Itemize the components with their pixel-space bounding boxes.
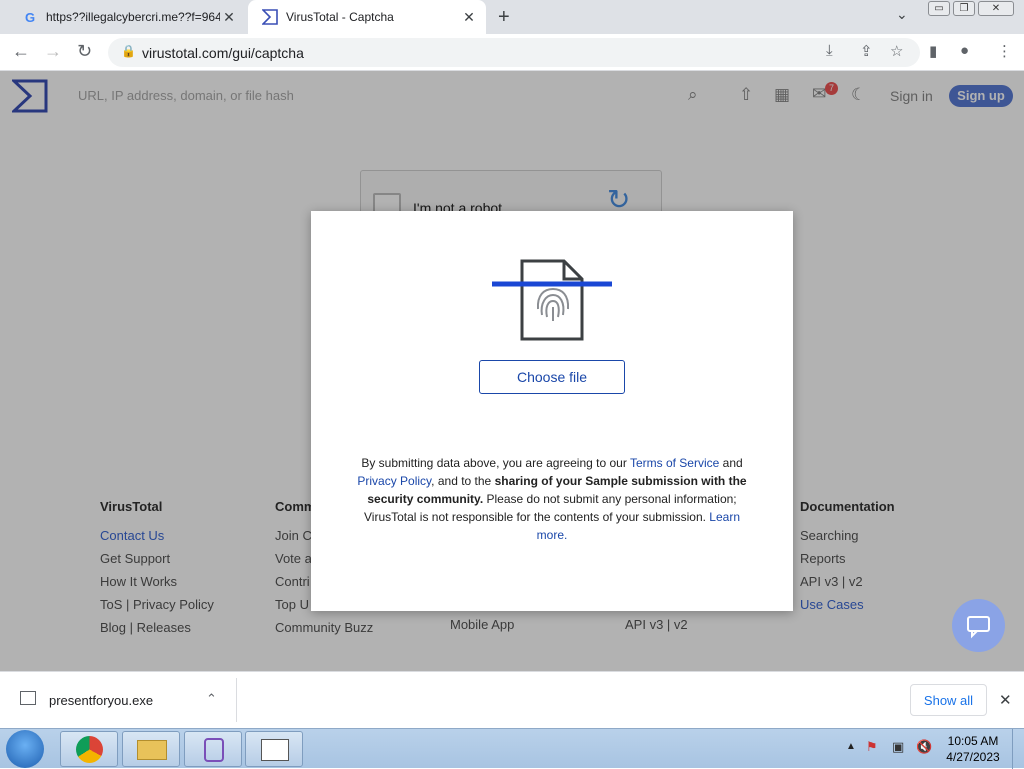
terms-text-part: . bbox=[564, 528, 568, 542]
tab-close-icon[interactable]: ✕ bbox=[220, 9, 238, 26]
windows-taskbar: ▲ ⚑ ▣ 🔇 10:05 AM 4/27/2023 bbox=[0, 728, 1024, 769]
google-icon: G bbox=[24, 9, 36, 25]
chevron-up-icon[interactable]: ⌃ bbox=[206, 691, 217, 707]
tab-title: https??illegalcybercri.me??f=964a bbox=[46, 10, 220, 24]
terms-text-part: and bbox=[719, 456, 743, 470]
page-content: URL, IP address, domain, or file hash ⌕ … bbox=[0, 71, 1024, 671]
download-bar: presentforyou.exe ⌃ Show all ✕ bbox=[0, 671, 1024, 728]
address-bar[interactable]: 🔒 virustotal.com/gui/captcha bbox=[108, 38, 920, 67]
menu-kebab-icon[interactable]: ⋮ bbox=[997, 42, 1012, 60]
taskbar-explorer[interactable] bbox=[122, 731, 180, 767]
window-app-icon bbox=[261, 739, 289, 761]
clock-time: 10:05 AM bbox=[947, 734, 999, 748]
back-icon[interactable]: ← bbox=[12, 41, 30, 62]
action-center-icon[interactable]: ⚑ bbox=[866, 739, 878, 755]
chat-bubble-icon[interactable] bbox=[952, 599, 1005, 652]
tab-title: VirusTotal - Captcha bbox=[286, 10, 394, 24]
chrome-icon bbox=[76, 736, 103, 763]
side-panel-icon[interactable]: ▮ bbox=[929, 42, 937, 60]
exe-file-icon bbox=[20, 691, 36, 705]
start-button[interactable] bbox=[6, 730, 44, 768]
show-hidden-icons[interactable]: ▲ bbox=[846, 741, 856, 752]
profile-icon[interactable]: ● bbox=[960, 42, 969, 59]
restore-button[interactable]: ❐ bbox=[953, 1, 975, 16]
clock-date: 4/27/2023 bbox=[946, 750, 1000, 764]
taskbar-app[interactable] bbox=[245, 731, 303, 767]
terms-text-part: , and to the bbox=[431, 474, 495, 488]
close-window-button[interactable]: ✕ bbox=[978, 1, 1014, 16]
tab-strip: G https??illegalcybercri.me??f=964a ✕ Vi… bbox=[0, 0, 1024, 34]
divider bbox=[236, 678, 237, 722]
bookmark-star-icon[interactable]: ☆ bbox=[890, 42, 903, 60]
virustotal-icon bbox=[262, 9, 278, 25]
close-download-bar-icon[interactable]: ✕ bbox=[999, 691, 1012, 709]
terms-text-part: By submitting data above, you are agreei… bbox=[361, 456, 630, 470]
volume-muted-icon[interactable]: 🔇 bbox=[916, 739, 932, 755]
folder-icon bbox=[137, 740, 167, 760]
tab-search-chevron-icon[interactable]: ⌄ bbox=[896, 6, 908, 23]
taskbar-vpn[interactable] bbox=[184, 731, 242, 767]
download-filename[interactable]: presentforyou.exe bbox=[49, 693, 153, 708]
privacy-policy-link[interactable]: Privacy Policy bbox=[357, 474, 431, 488]
lock-icon[interactable]: 🔒 bbox=[121, 44, 136, 58]
browser-toolbar: ← → ↻ 🔒 virustotal.com/gui/captcha ⤓ ⇪ ☆… bbox=[0, 34, 1024, 71]
show-all-button[interactable]: Show all bbox=[910, 684, 987, 716]
show-desktop-button[interactable] bbox=[1012, 729, 1024, 769]
tab-illegalcybercri[interactable]: G https??illegalcybercri.me??f=964a ✕ bbox=[8, 0, 246, 34]
minimize-button[interactable]: ▭ bbox=[928, 1, 950, 16]
forward-icon[interactable]: → bbox=[44, 41, 62, 62]
tab-close-icon[interactable]: ✕ bbox=[460, 9, 478, 26]
terms-text: By submitting data above, you are agreei… bbox=[351, 454, 753, 544]
new-tab-icon[interactable]: + bbox=[498, 6, 510, 29]
fingerprint-file-icon bbox=[492, 259, 612, 341]
terms-of-service-link[interactable]: Terms of Service bbox=[630, 456, 719, 470]
taskbar-chrome[interactable] bbox=[60, 731, 118, 767]
taskbar-clock[interactable]: 10:05 AM 4/27/2023 bbox=[943, 733, 1003, 765]
install-app-icon[interactable]: ⤓ bbox=[826, 42, 833, 59]
choose-file-button[interactable]: Choose file bbox=[479, 360, 625, 394]
url-text: virustotal.com/gui/captcha bbox=[142, 45, 304, 61]
reload-icon[interactable]: ↻ bbox=[77, 41, 92, 62]
tab-virustotal-captcha[interactable]: VirusTotal - Captcha ✕ bbox=[248, 0, 486, 34]
share-icon[interactable]: ⇪ bbox=[860, 42, 873, 60]
upload-modal: Choose file By submitting data above, yo… bbox=[311, 211, 793, 611]
lock-app-icon bbox=[204, 738, 224, 762]
network-icon[interactable]: ▣ bbox=[892, 739, 904, 755]
